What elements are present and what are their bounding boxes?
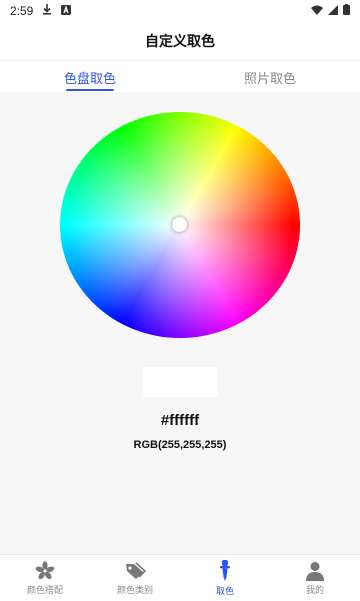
bottom-nav: 颜色搭配 颜色类别 取色 我的 [0, 554, 360, 601]
tab-label: 照片取色 [243, 70, 296, 86]
download-icon [42, 4, 52, 18]
status-right [311, 4, 350, 18]
wifi-icon [311, 4, 323, 18]
nav-label: 取色 [215, 585, 234, 596]
title-bar: 自定义取色 [0, 22, 360, 60]
color-preview-swatch [143, 367, 218, 397]
color-picker-panel: #ffffff RGB(255,255,255) [0, 92, 360, 554]
nav-item-profile[interactable]: 我的 [270, 555, 360, 601]
hex-value: #ffffff [160, 412, 200, 429]
page-title: 自定义取色 [145, 33, 215, 49]
tab-bar: 色盘取色 照片取色 [0, 60, 360, 93]
nav-item-color-matching[interactable]: 颜色搭配 [0, 555, 90, 601]
nav-item-color-category[interactable]: 颜色类别 [90, 555, 180, 601]
color-wheel-handle[interactable] [172, 217, 187, 232]
user-icon [305, 561, 325, 581]
tag-icon [124, 561, 146, 581]
nav-label: 我的 [305, 584, 324, 595]
app-notification-icon [61, 4, 72, 18]
nav-label: 颜色类别 [116, 584, 153, 595]
nav-item-color-picker[interactable]: 取色 [180, 555, 270, 601]
signal-icon [328, 4, 338, 18]
nav-label: 颜色搭配 [26, 584, 63, 595]
asterisk-icon [35, 560, 55, 581]
status-left: 2:59 [10, 4, 72, 18]
eyedropper-icon [215, 559, 235, 582]
status-bar: 2:59 [0, 0, 360, 22]
status-time: 2:59 [10, 4, 34, 18]
tab-indicator [66, 89, 114, 91]
battery-icon [343, 4, 350, 18]
tab-photo-picker[interactable]: 照片取色 [180, 61, 360, 93]
tab-label: 色盘取色 [63, 70, 116, 86]
rgb-value: RGB(255,255,255) [133, 439, 227, 451]
